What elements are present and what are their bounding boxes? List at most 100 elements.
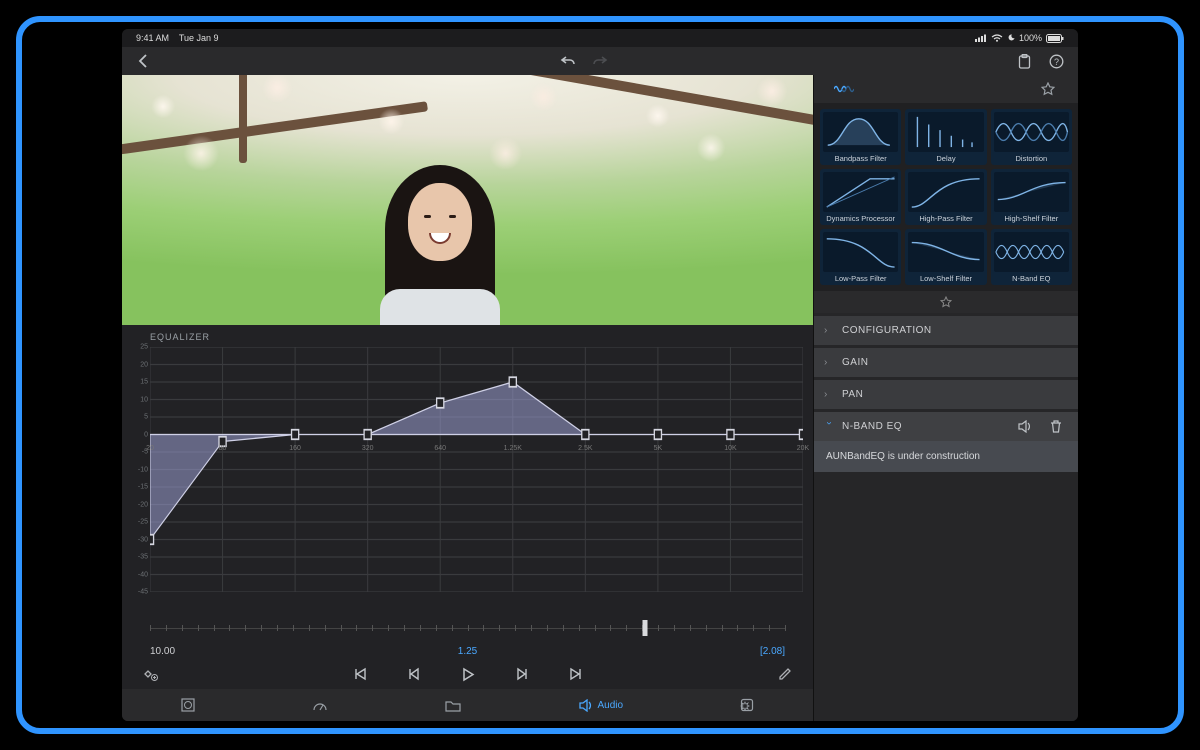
effect-thumb (908, 232, 983, 272)
effect-dynamics[interactable]: Dynamics Processor (820, 169, 901, 225)
y-tick: -30 (128, 536, 150, 543)
section-gain-label: GAIN (842, 357, 868, 368)
effect-hshelf[interactable]: High-Shelf Filter (991, 169, 1072, 225)
app-toolbar: ? (122, 47, 1078, 75)
y-tick: -20 (128, 501, 150, 508)
effects-grid: Bandpass Filter DelayDistortion Dynamics P… (814, 103, 1078, 291)
status-bar: 9:41 AM Tue Jan 9 100% (122, 29, 1078, 47)
chevron-right-icon: › (824, 325, 834, 336)
section-configuration-label: CONFIGURATION (842, 325, 932, 336)
effect-lshelf[interactable]: Low-Shelf Filter (905, 229, 986, 285)
time-current: 1.25 (458, 646, 477, 657)
status-time: 9:41 AM (136, 33, 169, 43)
y-tick: -5 (128, 449, 150, 456)
section-pan[interactable]: › PAN (814, 380, 1078, 409)
playhead[interactable] (643, 620, 648, 636)
status-date: Tue Jan 9 (179, 33, 219, 43)
effect-label: N-Band EQ (1012, 274, 1050, 283)
effect-thumb (994, 172, 1069, 212)
effect-label: Bandpass Filter (835, 154, 887, 163)
eq-node[interactable] (437, 398, 444, 408)
time-total: 10.00 (150, 646, 175, 657)
eq-node[interactable] (364, 430, 371, 440)
tab-files[interactable] (445, 699, 461, 712)
section-nband-label: N-BAND EQ (842, 421, 902, 432)
y-tick: 0 (128, 431, 150, 438)
y-tick: -35 (128, 554, 150, 561)
effect-label: Dynamics Processor (826, 214, 895, 223)
eq-node[interactable] (292, 430, 299, 440)
presentation-frame: 9:41 AM Tue Jan 9 100% (16, 16, 1184, 734)
eq-node[interactable] (582, 430, 589, 440)
bottom-tabbar: Audio (122, 689, 813, 721)
effect-thumb (908, 172, 983, 212)
effect-label: High-Pass Filter (919, 214, 972, 223)
battery-icon (1046, 34, 1064, 43)
effect-lpf[interactable]: Low-Pass Filter (820, 229, 901, 285)
effect-thumb (908, 112, 983, 152)
effect-thumb (823, 232, 898, 272)
effects-fav-button[interactable] (814, 291, 1078, 313)
signal-icon (975, 34, 987, 42)
main-panel: EQUALIZER 2520151050-5-10-15-20-25-30-35… (122, 75, 813, 721)
tab-library[interactable] (181, 698, 195, 712)
tab-audio[interactable]: Audio (578, 699, 623, 712)
effect-delay[interactable]: Delay (905, 109, 986, 165)
effect-bandpass[interactable]: Bandpass Filter (820, 109, 901, 165)
section-nband-eq[interactable]: › N-BAND EQ (814, 412, 1078, 441)
step-forward-button[interactable] (510, 662, 534, 686)
status-right: 100% (975, 33, 1064, 43)
tab-speed[interactable] (312, 698, 328, 712)
tab-effects[interactable] (740, 698, 754, 712)
section-pan-label: PAN (842, 389, 863, 400)
skip-end-button[interactable] (564, 662, 588, 686)
svg-text:?: ? (1053, 57, 1058, 67)
inspector-panel: Bandpass Filter DelayDistortion Dynamics P… (813, 75, 1078, 721)
section-configuration[interactable]: › CONFIGURATION (814, 316, 1078, 345)
effect-hpf[interactable]: High-Pass Filter (905, 169, 986, 225)
back-button[interactable] (132, 49, 156, 73)
help-button[interactable]: ? (1044, 49, 1068, 73)
effect-nband[interactable]: N-Band EQ (991, 229, 1072, 285)
play-button[interactable] (456, 662, 480, 686)
redo-button[interactable] (588, 49, 612, 73)
y-tick: 10 (128, 396, 150, 403)
eq-node[interactable] (219, 437, 226, 447)
effect-distortion[interactable]: Distortion (991, 109, 1072, 165)
y-tick: -45 (128, 589, 150, 596)
y-tick: -15 (128, 484, 150, 491)
eq-node[interactable] (150, 535, 154, 545)
timeline-scrubber[interactable] (150, 614, 785, 642)
clipboard-button[interactable] (1012, 49, 1036, 73)
y-tick: 5 (128, 414, 150, 421)
transport-controls (122, 659, 813, 689)
eq-node[interactable] (799, 430, 803, 440)
step-back-button[interactable] (402, 662, 426, 686)
nband-delete-button[interactable] (1044, 415, 1068, 439)
keyframe-add-button[interactable] (138, 662, 162, 686)
undo-button[interactable] (556, 49, 580, 73)
nband-body: AUNBandEQ is under construction (814, 441, 1078, 472)
effect-label: High-Shelf Filter (1004, 214, 1058, 223)
edit-pencil-button[interactable] (773, 662, 797, 686)
skip-start-button[interactable] (348, 662, 372, 686)
nband-mute-button[interactable] (1012, 415, 1036, 439)
effect-label: Low-Shelf Filter (920, 274, 972, 283)
equalizer-graph[interactable]: 2520151050-5-10-15-20-25-30-35-40-45 208… (128, 347, 807, 610)
y-tick: -25 (128, 519, 150, 526)
eq-node[interactable] (727, 430, 734, 440)
wifi-icon (991, 34, 1003, 42)
effect-thumb (823, 112, 898, 152)
y-tick: -40 (128, 571, 150, 578)
equalizer-panel: EQUALIZER 2520151050-5-10-15-20-25-30-35… (122, 325, 813, 689)
equalizer-title: EQUALIZER (122, 325, 813, 347)
inspector-favorites-icon[interactable] (1036, 77, 1060, 101)
video-preview[interactable] (122, 75, 813, 325)
dnd-icon (1007, 34, 1015, 42)
eq-node[interactable] (509, 377, 516, 387)
chevron-down-icon: › (824, 422, 835, 432)
eq-node[interactable] (654, 430, 661, 440)
preview-subject (365, 145, 515, 325)
section-gain[interactable]: › GAIN (814, 348, 1078, 377)
inspector-audio-icon[interactable] (832, 77, 856, 101)
